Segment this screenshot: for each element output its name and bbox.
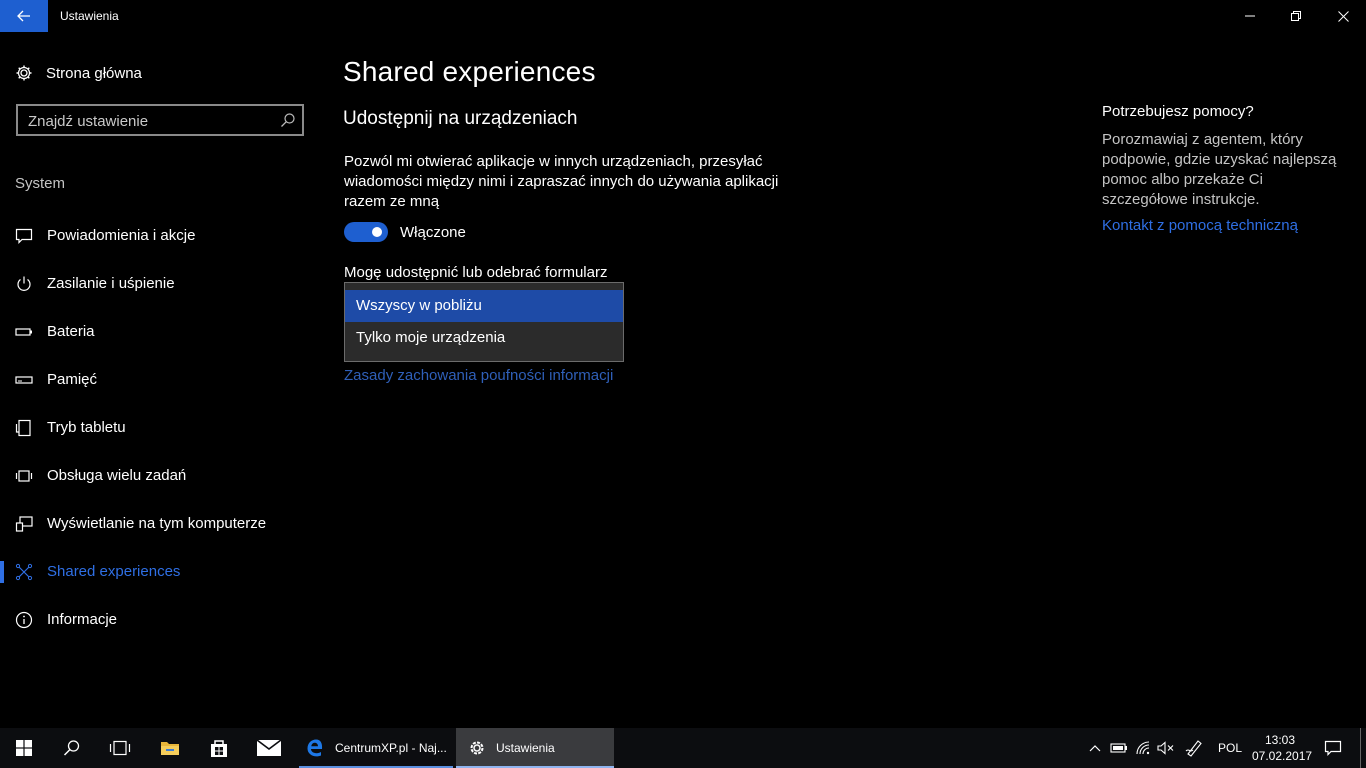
store-icon [211,740,227,757]
toggle-state-label: Włączone [400,224,466,241]
pen-icon [1185,740,1202,757]
search-input[interactable] [28,111,268,131]
settings-window-label: Ustawienia [496,741,555,755]
gear-icon [16,65,32,81]
help-title: Potrzebujesz pomocy? [1102,103,1254,120]
notification-icon [15,228,33,244]
wifi-icon [1136,741,1150,755]
input-language-indicator[interactable]: POL [1218,741,1242,755]
taskbar-store[interactable] [195,728,243,768]
sidebar-item-notifications[interactable]: Powiadomienia i akcje [0,214,320,258]
close-icon [1337,10,1349,22]
sidebar-item-storage[interactable]: Pamięć [0,358,320,402]
sidebar-item-label: Wyświetlanie na tym komputerze [47,515,267,532]
taskbar-settings-window[interactable]: Ustawienia [456,728,614,768]
windows-logo-icon [16,740,32,756]
privacy-statement-link[interactable]: Zasady zachowania poufności informacji [344,367,613,384]
taskbar-edge-window[interactable]: CentrumXP.pl - Naj... [299,728,453,768]
show-desktop-button[interactable] [1360,728,1366,768]
action-center-icon [1324,740,1342,756]
sidebar-item-multitasking[interactable]: Obsługa wielu zadań [0,454,320,498]
sidebar-item-power[interactable]: Zasilanie i uśpienie [0,262,320,306]
shared-experiences-icon [15,563,33,581]
restore-button[interactable] [1273,0,1319,32]
sidebar-item-label: Bateria [47,323,95,340]
sidebar-item-about[interactable]: Informacje [0,598,320,642]
battery-icon [15,328,32,336]
multitasking-icon [15,470,33,482]
tray-network[interactable] [1133,728,1155,768]
search-icon [63,740,80,756]
section-title: Udostępnij na urządzeniach [343,108,578,129]
back-arrow-icon [17,10,30,22]
action-center-button[interactable] [1322,728,1344,768]
edge-icon [307,739,323,757]
share-across-devices-toggle[interactable] [344,222,388,242]
tray-pen-workspace[interactable] [1183,728,1205,768]
start-button[interactable] [0,728,48,768]
tray-battery[interactable] [1108,728,1130,768]
info-icon [15,611,33,629]
help-text: Porozmawiaj z agentem, który podpowie, g… [1102,131,1337,208]
mail-icon [257,740,281,756]
toggle-knob [372,227,382,237]
home-label: Strona główna [46,64,142,82]
volume-muted-icon [1157,741,1174,755]
sidebar-item-projecting[interactable]: Wyświetlanie na tym komputerze [0,502,320,546]
taskbar-search-button[interactable] [48,728,96,768]
sidebar-item-shared-experiences[interactable]: Shared experiences [0,550,320,594]
tray-volume[interactable] [1155,728,1177,768]
back-button[interactable] [0,0,48,32]
sidebar-item-label: Tryb tabletu [47,419,126,436]
dropdown-label: Mogę udostępnić lub odebrać formularz [344,264,608,281]
tablet-icon [15,419,31,437]
close-button[interactable] [1320,0,1366,32]
chevron-up-icon [1089,745,1101,752]
search-box[interactable] [16,104,304,136]
sidebar-item-label: Shared experiences [47,563,181,580]
minimize-button[interactable] [1227,0,1273,32]
projecting-icon [15,516,33,532]
taskbar: CentrumXP.pl - Naj... Ustawienia POL 13:… [0,728,1366,768]
gear-icon [470,741,484,755]
folder-icon [161,742,179,755]
sidebar-item-label: Pamięć [47,371,98,388]
task-view-icon [109,740,131,756]
task-view-button[interactable] [96,728,144,768]
sidebar-item-label: Zasilanie i uśpienie [47,275,175,292]
sidebar-item-battery[interactable]: Bateria [0,310,320,354]
sidebar-item-label: Informacje [47,611,118,628]
clock-date: 07.02.2017 [1252,749,1313,763]
home-link[interactable]: Strona główna [15,60,142,86]
clock-time: 13:03 [1264,733,1296,747]
sidebar-item-label: Powiadomienia i akcje [47,227,196,244]
power-icon [17,276,31,291]
title-bar: Ustawienia [0,0,1366,32]
page-title: Shared experiences [343,56,596,87]
taskbar-mail[interactable] [245,728,293,768]
minimize-icon [1245,15,1255,17]
setting-description: Pozwól mi otwierać aplikacje w innych ur… [344,153,779,210]
taskbar-file-explorer[interactable] [146,728,194,768]
taskbar-clock[interactable]: 13:03 07.02.2017 [1252,732,1313,764]
edge-window-label: CentrumXP.pl - Naj... [335,741,447,755]
show-hidden-icons-button[interactable] [1084,728,1106,768]
dropdown-option-my-devices-only[interactable]: Tylko moje urządzenia [345,322,623,354]
sidebar-item-label: Obsługa wielu zadań [47,467,187,484]
storage-icon [15,376,33,384]
battery-charging-icon [1110,743,1127,753]
search-icon[interactable] [280,112,296,128]
contact-support-link[interactable]: Kontakt z pomocą techniczną [1102,217,1298,234]
sidebar-section-system: System [15,175,66,192]
active-indicator [0,561,4,583]
restore-icon [1291,11,1301,21]
share-from-dropdown[interactable]: Wszyscy w pobliżu Tylko moje urządzenia [344,282,624,362]
dropdown-option-everyone-nearby[interactable]: Wszyscy w pobliżu [345,290,623,322]
sidebar-item-tablet-mode[interactable]: Tryb tabletu [0,406,320,450]
window-title: Ustawienia [60,9,119,23]
